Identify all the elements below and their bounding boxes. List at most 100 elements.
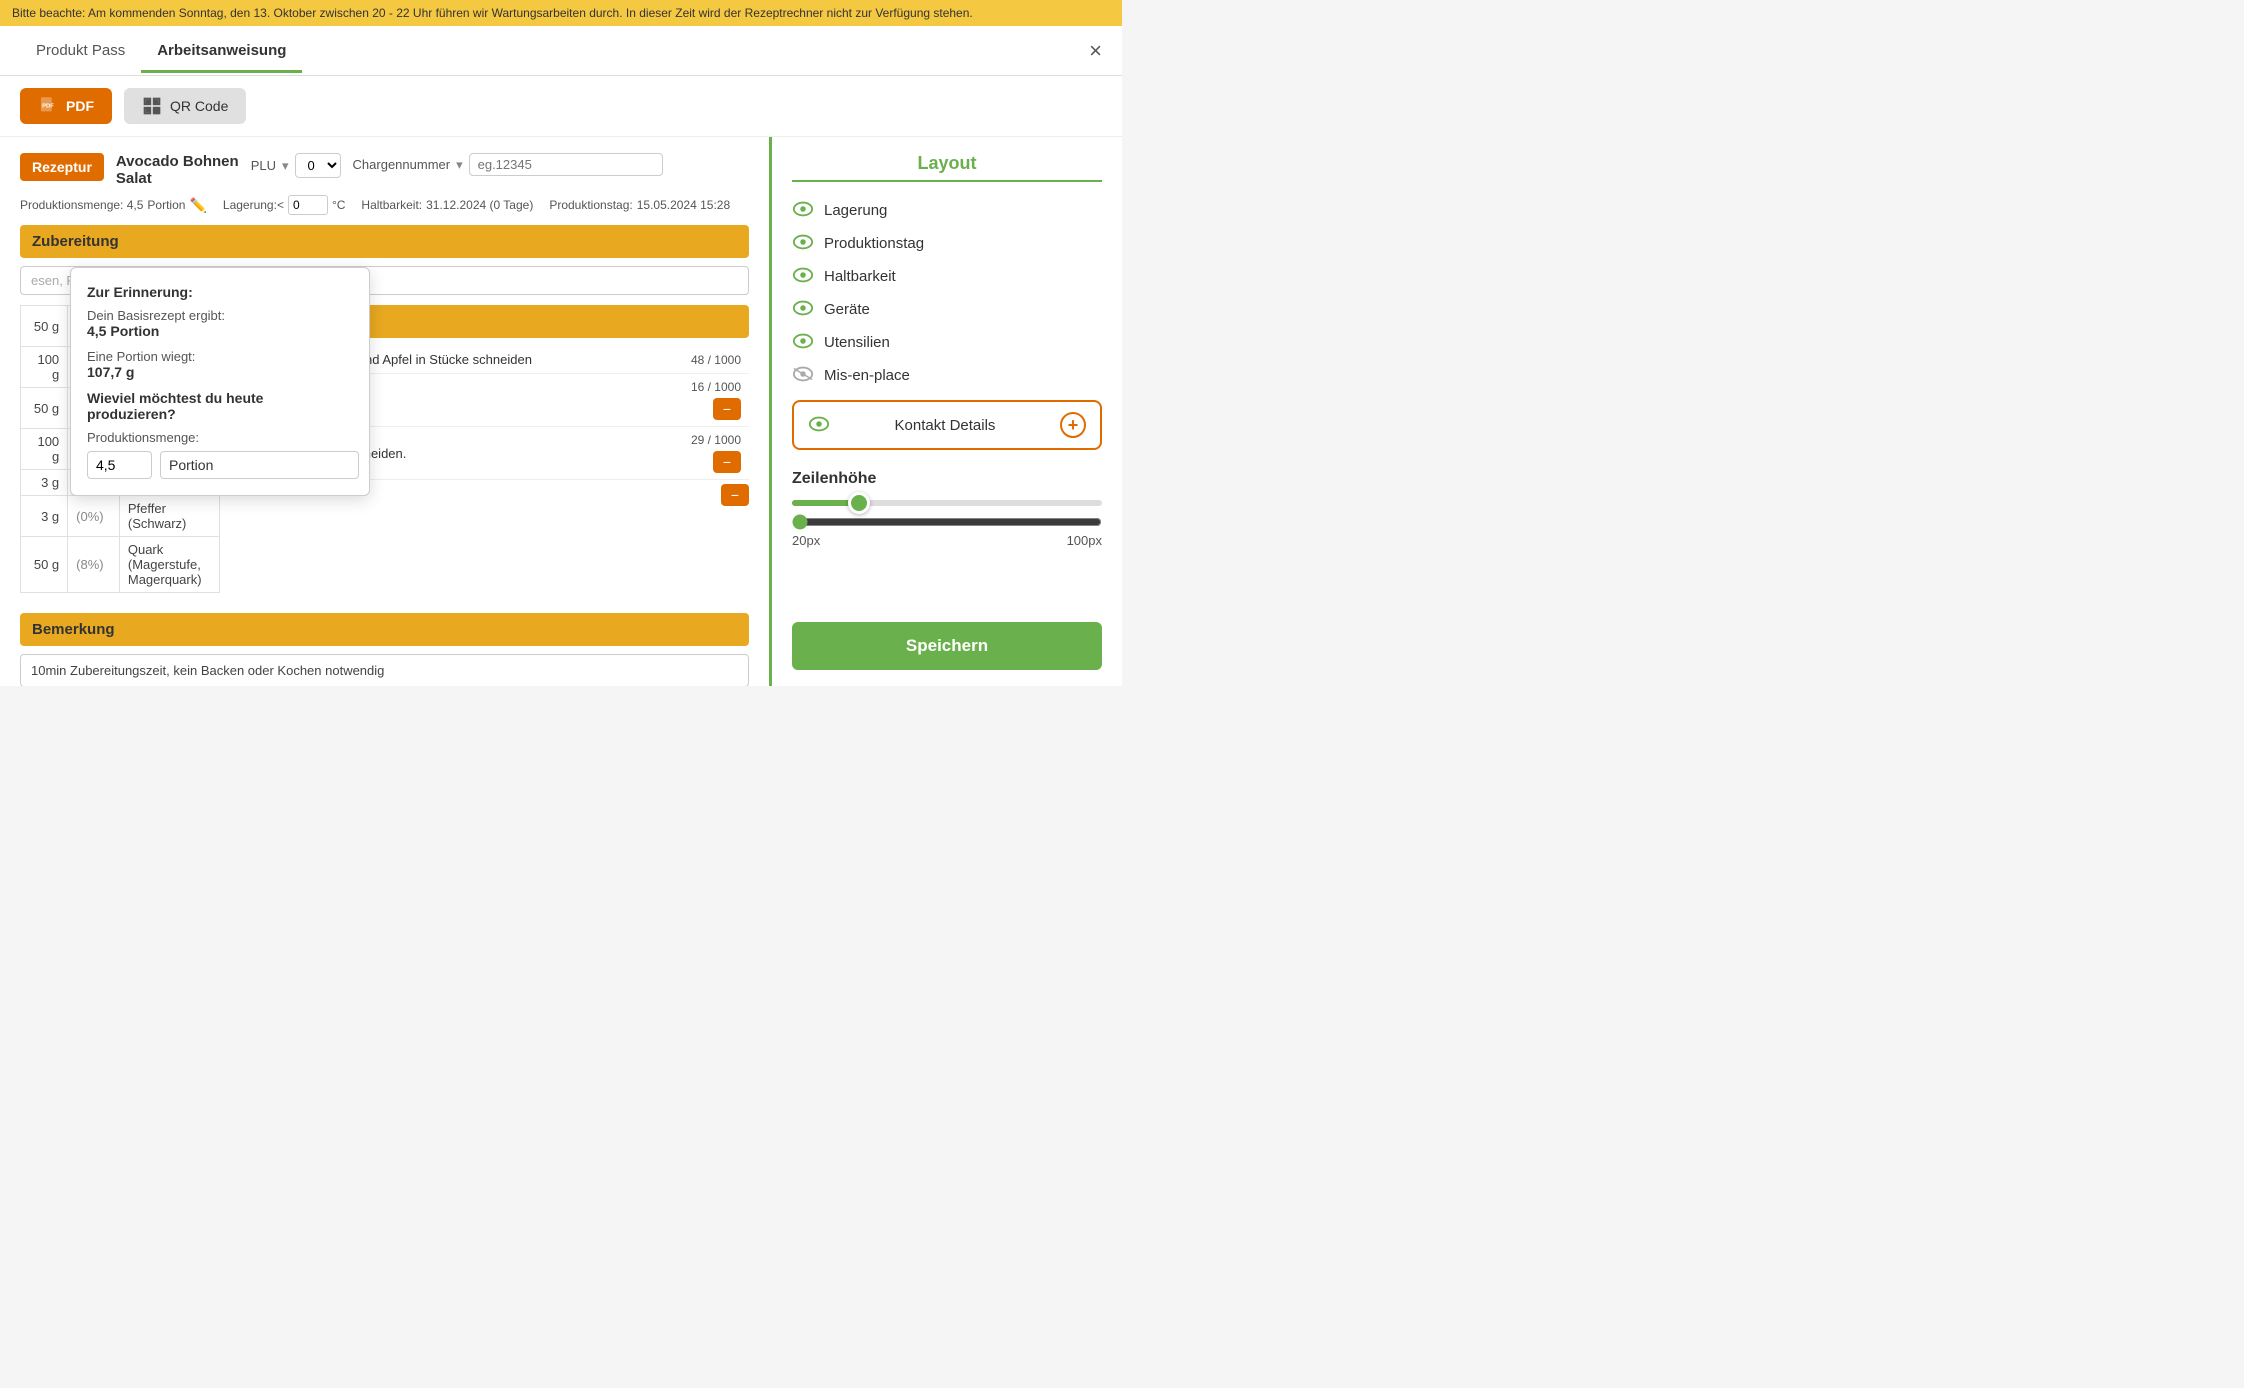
recipe-name: Avocado BohnenSalat <box>116 153 239 187</box>
slider-thumb <box>848 492 870 514</box>
bemerkung-text: 10min Zubereitungszeit, kein Backen oder… <box>20 654 749 686</box>
main-content: Rezeptur Avocado BohnenSalat PLU ▾ 0 Cha… <box>0 137 1122 686</box>
tooltip-weight-label: Eine Portion wiegt: <box>87 349 353 364</box>
meta-row: Produktionsmenge: 4,5 Portion ✏️ Lagerun… <box>20 195 749 215</box>
lagerung-label: Lagerung:< <box>223 198 284 212</box>
ingredient-amount: 100 g <box>21 429 68 470</box>
tooltip-weight-section: Eine Portion wiegt: 107,7 g <box>87 349 353 380</box>
produktionstag-value: 15.05.2024 15:28 <box>637 198 730 212</box>
tooltip-basis-label: Dein Basisrezept ergibt: <box>87 308 353 323</box>
ingredient-amount: 3 g <box>21 496 68 537</box>
eye-icon <box>792 333 814 352</box>
zeilenhohe-slider[interactable] <box>792 514 1102 530</box>
eye-icon <box>792 300 814 319</box>
ingredient-amount: 100 g <box>21 347 68 388</box>
layout-item-lagerung[interactable]: Lagerung <box>792 194 1102 227</box>
layout-item-produktionstag[interactable]: Produktionstag <box>792 227 1102 260</box>
add-kontakt-button[interactable]: + <box>1060 412 1086 438</box>
eye-icon <box>792 201 814 220</box>
produktionstag-label: Produktionstag: <box>549 198 632 212</box>
tab-produkt-pass[interactable]: Produkt Pass <box>20 28 141 73</box>
save-button[interactable]: Speichern <box>792 622 1102 670</box>
step-right-2: 16 / 1000 − <box>691 380 741 420</box>
plu-arrow-icon: ▾ <box>282 158 289 174</box>
tooltip-popup: Zur Erinnerung: Dein Basisrezept ergibt:… <box>70 267 370 496</box>
step-right-3: 29 / 1000 − <box>691 433 741 473</box>
kontakt-eye-icon <box>808 416 830 435</box>
layout-item-label: Mis-en-place <box>824 367 910 384</box>
eye-icon <box>792 366 814 385</box>
plu-field: PLU ▾ 0 <box>251 153 341 178</box>
ingredient-amount: 50 g <box>21 537 68 593</box>
bemerkung-section: Bemerkung 10min Zubereitungszeit, kein B… <box>20 613 749 686</box>
modal: Produkt Pass Arbeitsanweisung × PDF PDF … <box>0 26 1122 686</box>
tooltip-weight-value: 107,7 g <box>87 364 353 380</box>
kontakt-card[interactable]: Kontakt Details + <box>792 400 1102 450</box>
pdf-icon: PDF <box>38 96 58 116</box>
layout-item-label: Produktionstag <box>824 235 924 252</box>
ingredient-amount: 50 g <box>21 388 68 429</box>
step-score-2: 16 / 1000 <box>691 380 741 394</box>
edit-icon[interactable]: ✏️ <box>189 197 206 214</box>
slider-track <box>792 500 1102 506</box>
tooltip-portion-input[interactable] <box>160 451 359 479</box>
portion-label: Portion <box>147 198 185 212</box>
step4-minus-button[interactable]: − <box>721 484 749 506</box>
ingredient-amount: 3 g <box>21 470 68 496</box>
slider-wrapper <box>792 500 1102 506</box>
modal-header: Produkt Pass Arbeitsanweisung × <box>0 26 1122 76</box>
pdf-button[interactable]: PDF PDF <box>20 88 112 124</box>
haltbarkeit-label: Haltbarkeit: <box>361 198 422 212</box>
section-bemerkung: Bemerkung <box>20 613 749 646</box>
plu-label: PLU <box>251 158 276 173</box>
tab-arbeitsanweisung[interactable]: Arbeitsanweisung <box>141 28 302 73</box>
step-score-3: 29 / 1000 <box>691 433 741 447</box>
chargennummer-field: Chargennummer ▾ <box>353 153 663 176</box>
slider-labels: 20px 100px <box>792 533 1102 548</box>
tooltip-title: Zur Erinnerung: <box>87 284 353 300</box>
tooltip-input-row <box>87 451 353 479</box>
layout-item-haltbarkeit[interactable]: Haltbarkeit <box>792 260 1102 293</box>
qr-button[interactable]: QR Code <box>124 88 246 124</box>
layout-item-label: Geräte <box>824 301 870 318</box>
charge-arrow-icon: ▾ <box>456 157 463 173</box>
step-score-1: 48 / 1000 <box>691 353 741 367</box>
tooltip-basis-value: 4,5 Portion <box>87 323 353 339</box>
tooltip-number-input[interactable] <box>87 451 152 479</box>
ingredient-pct: (8%) <box>68 537 120 593</box>
maintenance-banner: Bitte beachte: Am kommenden Sonntag, den… <box>0 0 1122 26</box>
lagerung-input[interactable] <box>288 195 328 215</box>
step3-minus-button[interactable]: − <box>713 451 741 473</box>
layout-items-container: Lagerung Produktionstag Haltbarkeit <box>792 194 1102 392</box>
kontakt-label: Kontakt Details <box>895 417 996 434</box>
close-button[interactable]: × <box>1089 38 1102 64</box>
plu-select[interactable]: 0 <box>295 153 341 178</box>
recipe-header: Rezeptur Avocado BohnenSalat PLU ▾ 0 Cha… <box>20 153 749 187</box>
slider-fill <box>792 500 854 506</box>
charge-input[interactable] <box>469 153 663 176</box>
section-zubereitung: Zubereitung <box>20 225 749 258</box>
zeilenhohe-section: Zeilenhöhe 20px 100px <box>792 470 1102 548</box>
ingredient-pct: (0%) <box>68 496 120 537</box>
step2-minus-button[interactable]: − <box>713 398 741 420</box>
eye-icon <box>792 267 814 286</box>
qr-icon <box>142 96 162 116</box>
layout-item-geräte[interactable]: Geräte <box>792 293 1102 326</box>
layout-title: Layout <box>792 153 1102 182</box>
zeilenhohe-title: Zeilenhöhe <box>792 470 1102 488</box>
rezeptur-badge: Rezeptur <box>20 153 104 181</box>
layout-item-utensilien[interactable]: Utensilien <box>792 326 1102 359</box>
layout-item-label: Haltbarkeit <box>824 268 896 285</box>
layout-item-mis-en-place[interactable]: Mis-en-place <box>792 359 1102 392</box>
preview-area: Rezeptur Avocado BohnenSalat PLU ▾ 0 Cha… <box>0 137 772 686</box>
step-right-1: 48 / 1000 <box>691 353 741 367</box>
slider-min-label: 20px <box>792 533 820 548</box>
produktionsmenge-label: Produktionsmenge: 4,5 <box>20 198 143 212</box>
tooltip-prod-label: Produktionsmenge: <box>87 430 353 445</box>
ingredient-name: Quark (Magerstufe, Magerquark) <box>119 537 219 593</box>
svg-text:PDF: PDF <box>42 104 54 110</box>
layout-item-label: Lagerung <box>824 202 887 219</box>
ingredient-amount: 50 g <box>21 306 68 347</box>
tooltip-question: Wieviel möchtest du heute produzieren? <box>87 390 353 422</box>
right-panel: Layout Lagerung Produktionstag <box>772 137 1122 686</box>
